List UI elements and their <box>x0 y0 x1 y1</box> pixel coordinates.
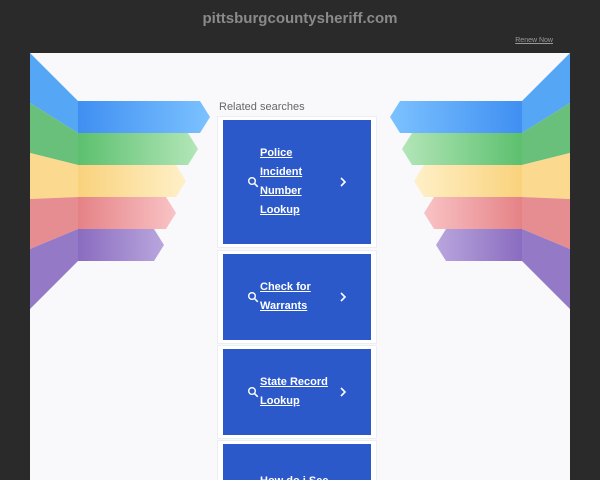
related-search-link[interactable]: How do i See <box>223 444 371 480</box>
related-search-item: How do i See <box>218 441 376 480</box>
related-search-link[interactable]: Check for Warrants <box>223 254 371 340</box>
related-search-item: Check for Warrants <box>218 251 376 343</box>
content-panel: Related searches Police Incident Number … <box>30 53 570 480</box>
related-search-link[interactable]: Police Incident Number Lookup <box>223 120 371 244</box>
related-searches-heading: Related searches <box>219 101 305 113</box>
decorative-ribbons-right <box>380 53 570 333</box>
domain-title: pittsburgcountysheriff.com <box>202 9 398 27</box>
decorative-ribbons-left <box>30 53 220 333</box>
related-search-label: Police Incident Number Lookup <box>260 147 303 216</box>
chevron-right-icon <box>340 387 347 397</box>
related-search-item: Police Incident Number Lookup <box>218 117 376 247</box>
related-search-label: Check for Warrants <box>260 281 311 312</box>
related-search-label: State Record Lookup <box>260 376 328 407</box>
renew-now-link[interactable]: Renew Now <box>515 37 553 44</box>
ribbons-right-graphic <box>390 53 570 309</box>
chevron-right-icon <box>340 177 347 187</box>
search-icon <box>248 387 259 398</box>
search-icon <box>248 177 259 188</box>
ribbons-left-graphic <box>30 53 210 309</box>
chevron-right-icon <box>340 292 347 302</box>
related-search-label: How do i See <box>260 472 331 480</box>
related-search-link[interactable]: State Record Lookup <box>223 349 371 435</box>
search-icon <box>248 292 259 303</box>
top-bar: pittsburgcountysheriff.com <box>0 0 600 36</box>
related-search-item: State Record Lookup <box>218 346 376 438</box>
